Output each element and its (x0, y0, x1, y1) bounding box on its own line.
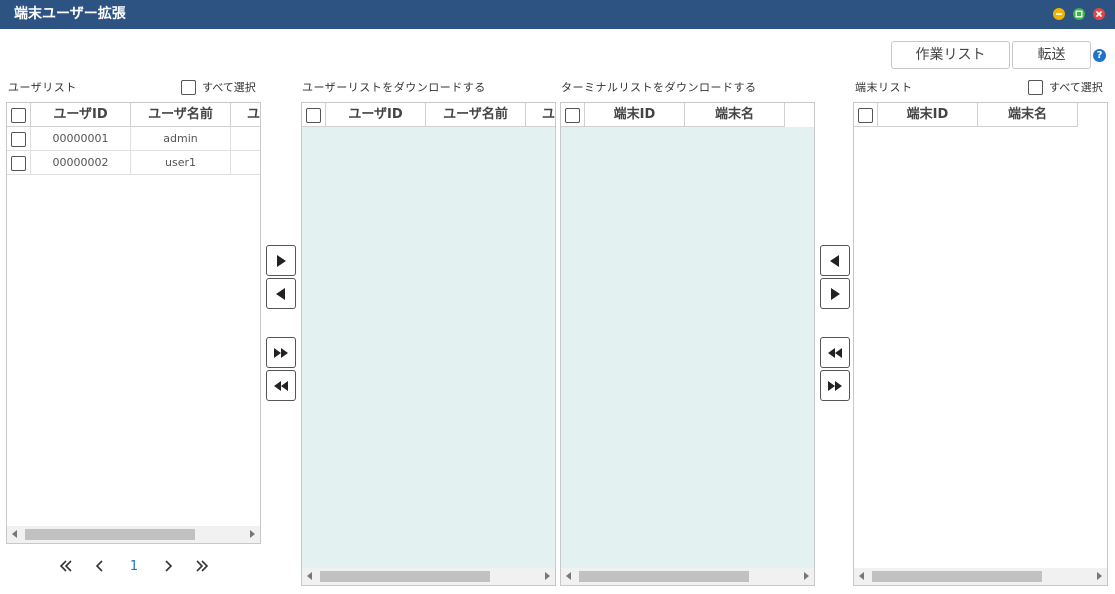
column-header[interactable]: 端末ID (585, 103, 685, 127)
header-checkbox[interactable] (306, 107, 321, 123)
terminal-select-all[interactable]: すべて選択 (1028, 79, 1103, 95)
chevron-right-icon (165, 560, 173, 572)
table-row[interactable]: 00000001 admin (7, 127, 260, 151)
move-right-button[interactable] (266, 245, 296, 276)
column-header[interactable]: 端末名 (978, 103, 1078, 127)
column-header[interactable]: ユーザ名前 (426, 103, 526, 127)
scroll-thumb[interactable] (579, 571, 749, 582)
horizontal-scrollbar[interactable] (302, 568, 555, 585)
table-header: ユーザID ユーザ名前 ユ (7, 103, 260, 127)
scroll-left-icon[interactable] (566, 572, 571, 580)
play-left-icon (276, 287, 285, 300)
column-header[interactable]: ユ (231, 103, 260, 127)
terminal-move-left-button[interactable] (820, 245, 850, 276)
help-icon[interactable]: ? (1093, 49, 1106, 62)
scroll-thumb[interactable] (872, 571, 1042, 582)
first-page-button[interactable] (57, 556, 75, 576)
job-list-button[interactable]: 作業リスト (891, 41, 1010, 69)
terminal-move-all-right-button[interactable] (820, 370, 850, 401)
fast-forward-icon (274, 347, 288, 358)
scroll-right-icon[interactable] (804, 572, 809, 580)
terminal-list-table: 端末ID 端末名 (853, 102, 1108, 586)
user-select-all-checkbox[interactable] (181, 79, 196, 95)
pagination: 1 (0, 556, 270, 576)
terminal-move-all-left-button[interactable] (820, 337, 850, 368)
scroll-left-icon[interactable] (12, 530, 17, 538)
table-row[interactable]: 00000002 user1 (7, 151, 260, 175)
column-header[interactable]: ユ (526, 103, 555, 127)
terminal-list-label: 端末リスト (855, 81, 913, 94)
download-user-list-table: ユーザID ユーザ名前 ユ (301, 102, 556, 586)
scroll-thumb[interactable] (320, 571, 490, 582)
restore-icon (1075, 10, 1083, 18)
title-bar: 端末ユーザー拡張 (0, 0, 1115, 29)
prev-page-button[interactable] (91, 556, 109, 576)
terminal-select-all-checkbox[interactable] (1028, 79, 1043, 95)
horizontal-scrollbar[interactable] (854, 568, 1107, 585)
window-title: 端末ユーザー拡張 (14, 6, 126, 22)
table-header: ユーザID ユーザ名前 ユ (302, 103, 555, 127)
download-user-list-label: ユーザーリストをダウンロードする (302, 81, 486, 94)
scroll-right-icon[interactable] (250, 530, 255, 538)
table-body: 00000001 admin 00000002 user1 (7, 127, 260, 526)
scroll-thumb[interactable] (25, 529, 195, 540)
restore-button[interactable] (1073, 8, 1085, 20)
download-terminal-list-table: 端末ID 端末名 (560, 102, 815, 586)
column-header[interactable]: ユーザ名前 (131, 103, 231, 127)
row-checkbox[interactable] (11, 131, 26, 147)
minimize-icon (1056, 13, 1062, 15)
user-select-all[interactable]: すべて選択 (181, 79, 256, 95)
next-page-button[interactable] (159, 556, 177, 576)
scroll-right-icon[interactable] (1097, 572, 1102, 580)
double-chevron-left-icon (59, 560, 72, 572)
table-header: 端末ID 端末名 (561, 103, 785, 127)
download-terminal-list-label: ターミナルリストをダウンロードする (561, 81, 757, 94)
column-header[interactable]: 端末名 (685, 103, 785, 127)
move-left-button[interactable] (266, 278, 296, 309)
user-list-label: ユーザリスト (8, 81, 77, 94)
fast-rewind-icon (274, 380, 288, 391)
empty-cell (231, 151, 260, 175)
horizontal-scrollbar[interactable] (7, 526, 260, 543)
header-checkbox[interactable] (565, 107, 580, 123)
header-checkbox[interactable] (11, 107, 26, 123)
fast-rewind-icon (828, 347, 842, 358)
table-body (854, 127, 1107, 568)
column-header[interactable]: 端末ID (878, 103, 978, 127)
table-body (561, 127, 814, 568)
scroll-right-icon[interactable] (545, 572, 550, 580)
terminal-select-all-label: すべて選択 (1049, 81, 1103, 94)
chevron-left-icon (95, 560, 103, 572)
minimize-button[interactable] (1053, 8, 1065, 20)
play-right-icon (831, 287, 840, 300)
user-name-cell: user1 (131, 151, 231, 175)
move-all-left-button[interactable] (266, 370, 296, 401)
transfer-button[interactable]: 転送 (1012, 41, 1091, 69)
horizontal-scrollbar[interactable] (561, 568, 814, 585)
row-checkbox[interactable] (11, 155, 26, 171)
scroll-left-icon[interactable] (307, 572, 312, 580)
user-list-table: ユーザID ユーザ名前 ユ 00000001 admin 00000002 us… (6, 102, 261, 544)
user-id-cell: 00000002 (31, 151, 131, 175)
user-name-cell: admin (131, 127, 231, 151)
user-select-all-label: すべて選択 (202, 81, 256, 94)
terminal-move-right-button[interactable] (820, 278, 850, 309)
play-left-icon (830, 254, 839, 267)
play-right-icon (277, 254, 286, 267)
double-chevron-right-icon (196, 560, 209, 572)
last-page-button[interactable] (193, 556, 211, 576)
column-header[interactable]: ユーザID (326, 103, 426, 127)
close-icon (1095, 10, 1103, 18)
close-button[interactable] (1093, 8, 1105, 20)
empty-cell (231, 127, 260, 151)
table-body (302, 127, 555, 568)
scroll-left-icon[interactable] (859, 572, 864, 580)
user-id-cell: 00000001 (31, 127, 131, 151)
table-header: 端末ID 端末名 (854, 103, 1078, 127)
fast-forward-icon (828, 380, 842, 391)
header-checkbox[interactable] (858, 107, 873, 123)
move-all-right-button[interactable] (266, 337, 296, 368)
column-header[interactable]: ユーザID (31, 103, 131, 127)
page-number[interactable]: 1 (125, 556, 143, 576)
